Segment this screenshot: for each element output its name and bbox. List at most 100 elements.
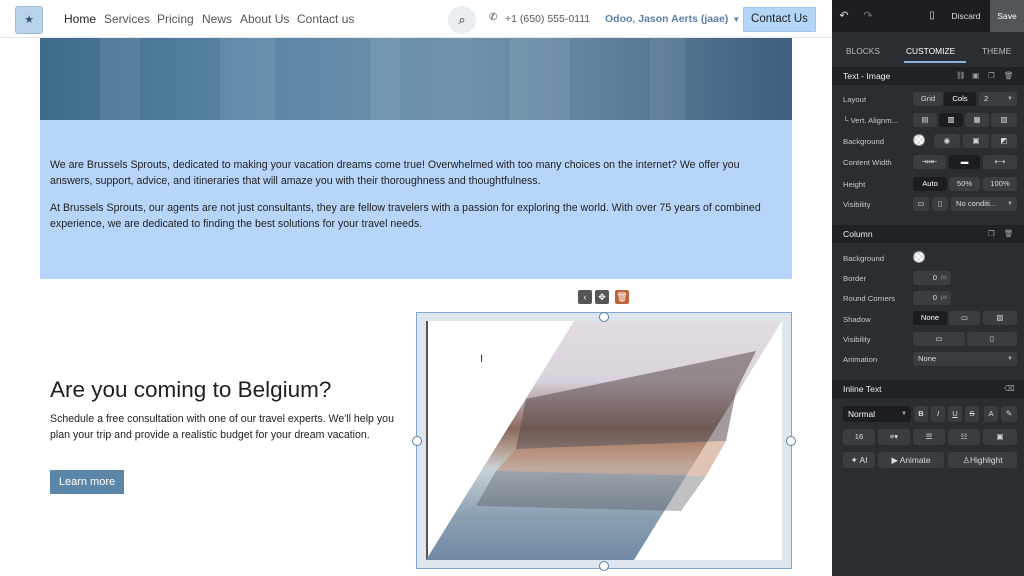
column-background-label: Background [843,254,885,263]
discard-button[interactable]: Discard [946,0,986,32]
align-stretch-icon[interactable]: ▧ [991,113,1017,127]
underline-icon[interactable]: U [948,406,962,422]
height-50-toggle[interactable]: 50% [949,177,980,191]
resize-handle-top[interactable] [599,312,609,322]
nav-contact-us[interactable]: Contact us [297,12,354,26]
snippet-toolbar: ‹ ✥ 🗑 [578,290,630,304]
tab-blocks[interactable]: BLOCKS [846,46,880,56]
visibility-condition-value: No conditi... [956,199,997,208]
image-insert-icon[interactable]: ▣ [983,429,1017,445]
column-background-swatch[interactable] [913,251,925,263]
width-small-icon[interactable]: ⇥▪⇤ [913,155,946,169]
eraser-icon[interactable]: ⌫ [1004,380,1015,398]
cta-title[interactable]: Are you coming to Belgium? [50,377,331,403]
text-style-select[interactable]: Normal ▼ [843,406,911,422]
column-mobile-visibility-icon[interactable]: ▯ [967,332,1017,346]
save-button[interactable]: Save [990,0,1024,32]
bullet-list-icon[interactable]: ☰ [913,429,945,445]
resize-handle-bottom[interactable] [599,561,609,571]
nav-pricing[interactable]: Pricing [157,12,194,26]
width-regular-icon[interactable]: ▬ [949,155,980,169]
user-menu[interactable]: Odoo, Jason Aerts (jaae) ▼ [605,13,740,25]
height-label: Height [843,180,866,189]
duplicate-icon[interactable]: ❐ [988,225,995,243]
resize-handle-left[interactable] [412,436,422,446]
text-style-value: Normal [848,409,875,419]
mobile-preview-icon[interactable]: ▯ [922,0,942,32]
nav-services[interactable]: Services [104,12,150,26]
trash-icon[interactable]: 🗑 [615,290,629,304]
about-paragraph-2[interactable]: At Brussels Sprouts, our agents are not … [50,200,780,232]
video-icon[interactable]: ▣ [963,134,989,148]
align-middle-icon[interactable]: ▥ [939,113,963,127]
phone-number[interactable]: +1 (650) 555-0111 [505,13,590,25]
highlight-button[interactable]: ♙Highlight [948,452,1017,468]
highlight-icon: ♙ [962,455,970,465]
phone-icon: ✆ [489,12,498,23]
round-corners-label: Round Corners [843,294,896,303]
camera-icon[interactable]: ◉ [934,134,960,148]
numbered-list-icon[interactable]: ☷ [948,429,980,445]
layout-cols-toggle[interactable]: Cols [944,92,976,106]
align-bottom-icon[interactable]: ▦ [965,113,989,127]
mobile-visibility-icon[interactable]: ▯ [932,197,948,211]
chevron-left-icon[interactable]: ‹ [578,290,592,304]
bold-icon[interactable]: B [914,406,928,422]
background-color-swatch[interactable] [913,134,925,146]
redo-icon[interactable]: ↷ [856,0,880,32]
nav-about-us[interactable]: About Us [240,12,289,26]
desktop-visibility-icon[interactable]: ▭ [913,197,929,211]
move-icon[interactable]: ✥ [595,290,609,304]
cols-count-value: 2 [984,94,989,103]
site-logo[interactable]: ★ [15,6,43,34]
learn-more-button[interactable]: Learn more [50,470,124,494]
tab-theme[interactable]: THEME [982,46,1011,56]
chevron-down-icon: ▼ [901,411,907,417]
chevron-down-icon: ▼ [732,15,741,24]
italic-icon[interactable]: I [931,406,945,422]
layout-grid-toggle[interactable]: Grid [913,92,943,106]
font-color-icon[interactable]: A [984,406,998,422]
duplicate-icon[interactable]: ❐ [988,67,995,85]
ai-button[interactable]: ✦ AI [843,452,875,468]
shadow-outset-icon[interactable]: ▭ [949,311,980,325]
search-icon[interactable]: ⌕ [448,6,476,34]
about-paragraph-1[interactable]: We are Brussels Sprouts, dedicated to ma… [50,157,780,189]
nav-news[interactable]: News [202,12,232,26]
align-top-icon[interactable]: ▤ [913,113,937,127]
column-desktop-visibility-icon[interactable]: ▭ [913,332,965,346]
link-icon[interactable]: ⛓ [956,67,966,85]
visibility-condition-select[interactable]: No conditi... ▼ [951,197,1017,211]
strikethrough-icon[interactable]: S [965,406,979,422]
undo-icon[interactable]: ↶ [832,0,856,32]
trash-icon[interactable]: 🗑 [1004,225,1014,243]
text-align-icon[interactable]: ≡▾ [878,429,910,445]
section-title: Inline Text [843,384,882,394]
background-label: Background [843,137,885,146]
animate-button[interactable]: ▶ Animate [878,452,944,468]
width-full-icon[interactable]: ⟷ [983,155,1017,169]
resize-handle-right[interactable] [786,436,796,446]
font-size-input[interactable]: 16 [843,429,875,445]
save-snippet-icon[interactable]: ▣ [972,67,979,85]
editor-sidebar [832,0,1024,576]
height-100-toggle[interactable]: 100% [983,177,1017,191]
trash-icon[interactable]: 🗑 [1004,67,1014,85]
tab-customize[interactable]: CUSTOMIZE [906,46,955,56]
highlight-label: Highlight [969,455,1003,465]
contact-us-button[interactable]: Contact Us [743,7,816,32]
section-text-image: Text - Image ⛓ ▣ ❐ 🗑 [832,67,1024,85]
nav-home[interactable]: Home [64,12,96,26]
height-auto-toggle[interactable]: Auto [913,177,947,191]
border-label: Border [843,274,867,283]
cta-text[interactable]: Schedule a free consultation with one of… [50,411,400,443]
border-input[interactable]: 0 px [913,271,951,285]
highlight-color-icon[interactable]: ✎ [1001,406,1017,422]
chevron-down-icon: ▼ [1007,356,1013,362]
shadow-none-toggle[interactable]: None [913,311,947,325]
shadow-inset-icon[interactable]: ▧ [983,311,1017,325]
animation-select[interactable]: None ▼ [913,352,1017,366]
round-corners-input[interactable]: 0 px [913,291,951,305]
cols-count-select[interactable]: 2 ▼ [979,92,1017,106]
shape-icon[interactable]: ◩ [991,134,1017,148]
